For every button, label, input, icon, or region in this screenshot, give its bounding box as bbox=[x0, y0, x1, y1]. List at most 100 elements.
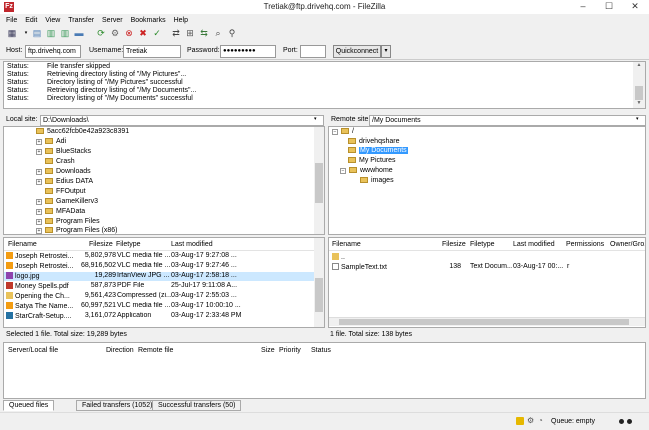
local-tree-scrollbar[interactable] bbox=[314, 127, 324, 234]
tree-item-selected[interactable]: + Downloads bbox=[36, 167, 91, 176]
toggle-remote-tree-icon[interactable]: ▥ bbox=[59, 27, 71, 39]
title-bar: Fz Tretiak@ftp.drivehq.com - FileZilla ‒… bbox=[0, 0, 649, 14]
remote-site-dropdown-icon[interactable]: ▾ bbox=[636, 116, 639, 122]
file-row[interactable]: Opening the Ch... 9,561,423 Compressed (… bbox=[4, 292, 314, 301]
remote-site-path-input[interactable]: /My Documents bbox=[369, 115, 646, 126]
col-remote-file[interactable]: Remote file bbox=[138, 347, 173, 354]
tree-item[interactable]: − wwwhome bbox=[340, 166, 393, 175]
reconnect-icon[interactable]: ✓ bbox=[151, 27, 163, 39]
close-icon[interactable]: ✕ bbox=[622, 0, 648, 14]
file-row-selected[interactable]: logo.jpg 19,289 IrfanView JPG ... 03-Aug… bbox=[4, 272, 314, 281]
tab-queued-files[interactable]: Queued files bbox=[3, 400, 55, 411]
gear-icon[interactable]: ⚙ bbox=[527, 416, 534, 425]
sync-browsing-icon[interactable]: ⇆ bbox=[198, 27, 210, 39]
expand-icon: + bbox=[36, 179, 42, 185]
col-permissions[interactable]: Permissions bbox=[566, 241, 604, 248]
cancel-operation-icon[interactable]: ⊗ bbox=[123, 27, 135, 39]
filter-icon[interactable]: ⊞ bbox=[184, 27, 196, 39]
expand-icon: + bbox=[36, 149, 42, 155]
remote-files-hscrollbar[interactable] bbox=[329, 317, 645, 326]
binoculars-icon[interactable]: ⚲ bbox=[226, 27, 238, 39]
disconnect-icon[interactable]: ✖ bbox=[137, 27, 149, 39]
port-input[interactable] bbox=[300, 45, 326, 58]
file-row[interactable]: Joseph Retrostei... 68,916,502 VLC media… bbox=[4, 262, 314, 271]
tree-item[interactable]: drivehqshare bbox=[348, 137, 399, 146]
col-last-modified[interactable]: Last modified bbox=[513, 241, 555, 248]
search-icon[interactable]: ⌕ bbox=[212, 27, 224, 39]
folder-icon bbox=[45, 158, 53, 164]
col-filename[interactable]: Filename bbox=[8, 241, 37, 248]
tree-item[interactable]: 5acc62fcb0e42a923c8391 bbox=[36, 127, 129, 136]
col-filetype[interactable]: Filetype bbox=[116, 241, 141, 248]
tree-item-root[interactable]: − / bbox=[332, 127, 354, 136]
tree-item[interactable]: + BlueStacks bbox=[36, 147, 91, 156]
col-filetype[interactable]: Filetype bbox=[470, 241, 495, 248]
tree-item[interactable]: +Crash bbox=[36, 157, 75, 166]
toggle-queue-icon[interactable]: ▬ bbox=[73, 27, 85, 39]
menu-help[interactable]: Help bbox=[174, 15, 188, 26]
folder-icon bbox=[45, 148, 53, 154]
toggle-local-tree-icon[interactable]: ▥ bbox=[45, 27, 57, 39]
col-filename[interactable]: Filename bbox=[332, 241, 361, 248]
username-input[interactable]: Tretiak bbox=[123, 45, 181, 58]
tree-item[interactable]: + MFAData bbox=[36, 207, 85, 216]
col-filesize[interactable]: Filesize bbox=[89, 241, 113, 248]
collapse-icon: − bbox=[340, 168, 346, 174]
minimize-icon[interactable]: ‒ bbox=[570, 0, 596, 14]
tree-item-selected[interactable]: My Documents bbox=[348, 146, 408, 155]
file-row[interactable]: Satya The Name... 60,997,521 VLC media f… bbox=[4, 302, 314, 311]
tree-item[interactable]: + GameKillerv3 bbox=[36, 197, 98, 206]
file-row[interactable]: StarCraft-Setup.... 3,161,072 Applicatio… bbox=[4, 312, 314, 321]
col-last-modified[interactable]: Last modified bbox=[171, 241, 213, 248]
transfer-indicator-icon bbox=[619, 419, 624, 424]
process-queue-icon[interactable]: ⚙ bbox=[109, 27, 121, 39]
local-site-dropdown-icon[interactable]: ▾ bbox=[314, 116, 317, 122]
tab-successful-transfers[interactable]: Successful transfers (50) bbox=[152, 400, 242, 411]
host-input[interactable]: ftp.drivehq.com bbox=[25, 45, 81, 58]
log-scrollbar[interactable]: ▲ ▼ bbox=[633, 62, 645, 108]
file-row[interactable]: Money Spells.pdf 587,873 PDF File 25-Jul… bbox=[4, 282, 314, 291]
local-files-scrollbar[interactable] bbox=[314, 238, 324, 327]
col-server-local-file[interactable]: Server/Local file bbox=[8, 347, 58, 354]
site-manager-icon[interactable]: ▦ bbox=[6, 27, 18, 39]
quickconnect-dropdown-icon[interactable]: ▾ bbox=[381, 45, 391, 58]
menu-file[interactable]: File bbox=[6, 15, 17, 26]
menu-server[interactable]: Server bbox=[102, 15, 123, 26]
col-direction[interactable]: Direction bbox=[106, 347, 134, 354]
speed-limit-icon[interactable]: ◔ bbox=[538, 416, 543, 425]
directory-comparison-icon[interactable]: ⇄ bbox=[170, 27, 182, 39]
col-size[interactable]: Size bbox=[261, 347, 275, 354]
folder-icon bbox=[45, 218, 53, 224]
menu-bar: File Edit View Transfer Server Bookmarks… bbox=[0, 15, 649, 26]
tree-item[interactable]: My Pictures bbox=[348, 156, 396, 165]
col-filesize[interactable]: Filesize bbox=[442, 241, 466, 248]
file-row-parent[interactable]: .. bbox=[329, 253, 639, 262]
col-owner-group[interactable]: Owner/Gro... bbox=[610, 241, 645, 248]
refresh-icon[interactable]: ⟳ bbox=[95, 27, 107, 39]
menu-transfer[interactable]: Transfer bbox=[68, 15, 94, 26]
password-input[interactable]: ●●●●●●●●● bbox=[220, 45, 276, 58]
menu-edit[interactable]: Edit bbox=[25, 15, 37, 26]
tree-item[interactable]: + Adi bbox=[36, 137, 66, 146]
file-row[interactable]: SampleText.txt 138 Text Docum... 03-Aug-… bbox=[329, 263, 645, 272]
expand-icon: + bbox=[36, 219, 42, 225]
tree-item[interactable]: + Program Files bbox=[36, 217, 100, 226]
remote-status: 1 file. Total size: 138 bytes bbox=[330, 331, 412, 338]
folder-icon bbox=[360, 177, 368, 183]
quickconnect-button[interactable]: Quickconnect bbox=[333, 45, 381, 58]
menu-view[interactable]: View bbox=[45, 15, 60, 26]
remote-site-label: Remote site: bbox=[331, 116, 371, 123]
col-status[interactable]: Status bbox=[311, 347, 331, 354]
tab-failed-transfers[interactable]: Failed transfers (1052) bbox=[76, 400, 159, 411]
local-site-path-input[interactable]: D:\Downloads\ bbox=[40, 115, 324, 126]
maximize-icon[interactable]: ☐ bbox=[596, 0, 622, 14]
local-status: Selected 1 file. Total size: 19,289 byte… bbox=[6, 331, 127, 338]
toggle-log-icon[interactable]: ▤ bbox=[31, 27, 43, 39]
tree-item[interactable]: +FFOutput bbox=[36, 187, 86, 196]
tree-item[interactable]: + Program Files (x86) bbox=[36, 226, 117, 235]
menu-bookmarks[interactable]: Bookmarks bbox=[131, 15, 166, 26]
file-row[interactable]: Joseph Retrostei... 5,802,978 VLC media … bbox=[4, 252, 314, 261]
tree-item[interactable]: + Edius DATA bbox=[36, 177, 93, 186]
col-priority[interactable]: Priority bbox=[279, 347, 301, 354]
tree-item[interactable]: images bbox=[360, 176, 394, 185]
